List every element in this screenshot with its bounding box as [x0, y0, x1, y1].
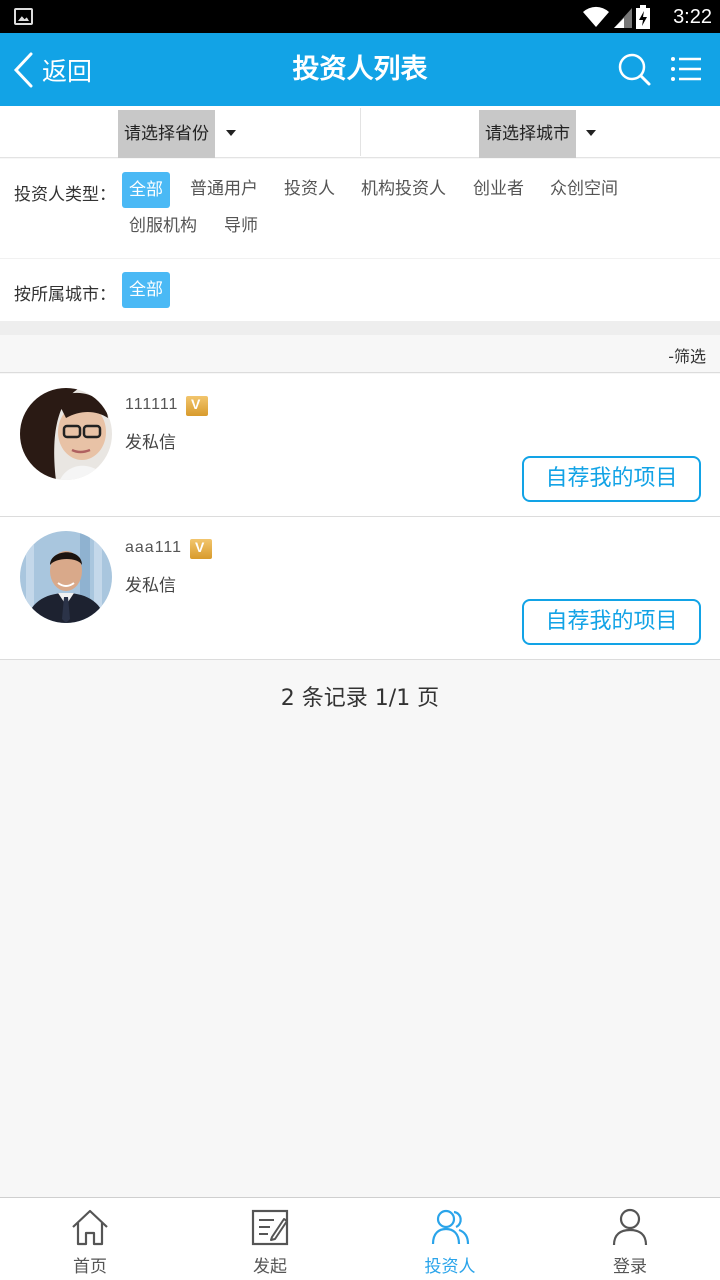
menu-icon: [671, 57, 701, 81]
type-option-institutional-investor[interactable]: 机构投资人: [354, 171, 453, 207]
caret-down-icon: [586, 130, 596, 136]
recommend-project-button[interactable]: 自荐我的项目: [522, 599, 701, 645]
investor-name: 111111: [125, 396, 179, 413]
menu-button[interactable]: [670, 55, 702, 87]
avatar-man-photo: [20, 531, 112, 623]
send-message-link[interactable]: 发私信: [125, 428, 176, 453]
search-icon: [618, 53, 651, 86]
avatar[interactable]: [20, 531, 112, 623]
selector-divider: [360, 108, 361, 156]
region-selectors: 请选择省份 请选择城市: [0, 106, 720, 158]
send-message-link[interactable]: 发私信: [125, 571, 176, 596]
clock: 3:22: [673, 6, 712, 28]
signal-icon: [614, 8, 632, 28]
user-icon: [612, 1208, 648, 1246]
verified-badge-icon: [190, 539, 212, 559]
verified-badge-icon: [186, 396, 208, 416]
nav-item-home[interactable]: 首页: [0, 1198, 180, 1280]
status-bar: 3:22: [0, 0, 720, 33]
users-icon: [431, 1209, 470, 1245]
type-option-coworking-space[interactable]: 众创空间: [543, 171, 625, 207]
investor-card: 111111 发私信 自荐我的项目: [0, 374, 720, 517]
filter-bar: -筛选: [0, 335, 720, 373]
type-option-mentor[interactable]: 导师: [217, 208, 265, 244]
pagination-info: 2 条记录 1/1 页: [280, 686, 440, 711]
avatar-woman-photo: [20, 388, 112, 480]
avatar[interactable]: [20, 388, 112, 480]
nav-label-investors: 投资人: [424, 1257, 476, 1277]
image-notification-icon: [14, 8, 33, 25]
province-select-value: 请选择省份: [118, 110, 215, 158]
page-title: 投资人列表: [292, 54, 428, 85]
nav-label-login: 登录: [613, 1257, 647, 1277]
city-filter-label: 按所属城市：: [14, 285, 116, 305]
edit-icon: [251, 1209, 289, 1246]
investor-type-label: 投资人类型：: [14, 185, 116, 205]
nav-item-login[interactable]: 登录: [540, 1198, 720, 1280]
wifi-icon: [583, 6, 609, 27]
type-option-startup-service[interactable]: 创服机构: [122, 208, 204, 244]
investor-name: aaa111: [125, 539, 183, 556]
caret-down-icon: [226, 130, 236, 136]
nav-item-create[interactable]: 发起: [180, 1198, 360, 1280]
type-option-regular-user[interactable]: 普通用户: [183, 171, 265, 207]
type-option-all[interactable]: 全部: [122, 172, 170, 208]
status-icons: [582, 5, 650, 29]
filter-panel: 投资人类型： 全部 普通用户 投资人 机构投资人 创业者 众创空间 创服机构 导…: [0, 159, 720, 321]
home-icon: [72, 1209, 108, 1246]
battery-icon: [636, 5, 650, 29]
investor-card: aaa111 发私信 自荐我的项目: [0, 517, 720, 660]
recommend-project-button[interactable]: 自荐我的项目: [522, 456, 701, 502]
bottom-nav: 首页 发起 投资人 登录: [0, 1197, 720, 1280]
filter-toggle[interactable]: -筛选: [668, 343, 706, 367]
app-header: 返回 投资人列表: [0, 33, 720, 106]
type-option-entrepreneur[interactable]: 创业者: [466, 171, 531, 207]
section-gap: [0, 321, 720, 335]
nav-label-home: 首页: [73, 1257, 107, 1277]
nav-label-create: 发起: [253, 1257, 287, 1277]
city-option-all[interactable]: 全部: [122, 272, 170, 308]
type-option-investor[interactable]: 投资人: [277, 171, 342, 207]
search-button[interactable]: [618, 53, 652, 91]
filter-row-divider: [0, 258, 720, 259]
nav-item-investors[interactable]: 投资人: [360, 1198, 540, 1280]
city-select-value: 请选择城市: [479, 110, 576, 158]
